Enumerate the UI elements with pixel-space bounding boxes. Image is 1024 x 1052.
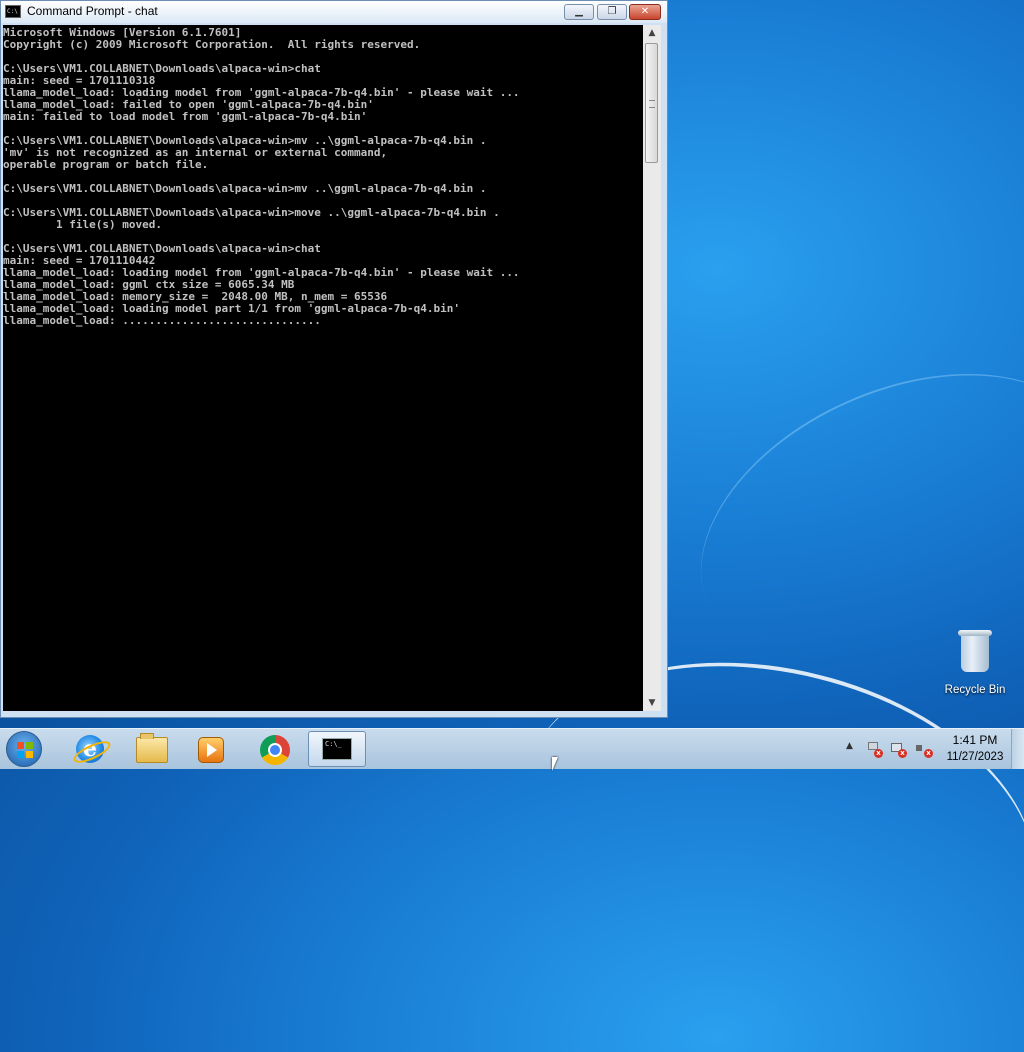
scroll-down-arrow-icon[interactable]: ▼: [643, 695, 661, 711]
scroll-up-arrow-icon[interactable]: ▲: [643, 25, 661, 41]
mute-badge-icon: x: [924, 749, 933, 758]
command-prompt-window[interactable]: C:\ Command Prompt - chat ▁ ❐ ✕ Microsof…: [0, 0, 668, 718]
grip-icon: [649, 100, 655, 108]
windows-logo-icon: [17, 742, 33, 758]
media-player-icon: [198, 737, 224, 763]
recycle-bin-shortcut[interactable]: Recycle Bin: [940, 630, 1010, 696]
clock[interactable]: 1:41 PM 11/27/2023: [940, 733, 1010, 765]
taskbar-google-chrome[interactable]: [248, 731, 302, 767]
mouse-cursor-icon: [552, 757, 558, 771]
console-output-area[interactable]: Microsoft Windows [Version 6.1.7601] Cop…: [3, 25, 643, 711]
close-button[interactable]: ✕: [629, 4, 661, 20]
system-tray: ▲ x x x 1:41 PM 11/27/2023: [840, 729, 1024, 769]
internet-explorer-icon: e: [76, 735, 104, 763]
network-icon[interactable]: x: [890, 742, 907, 758]
recycle-bin-label[interactable]: Recycle Bin: [940, 684, 1010, 696]
window-title: Command Prompt - chat: [27, 4, 158, 18]
window-titlebar[interactable]: C:\ Command Prompt - chat ▁ ❐ ✕: [1, 1, 667, 23]
folder-icon: [136, 733, 168, 763]
show-hidden-icons-chevron-icon[interactable]: ▲: [846, 741, 853, 751]
vertical-scrollbar[interactable]: ▲ ▼: [643, 25, 661, 711]
show-desktop-button[interactable]: [1011, 729, 1024, 769]
taskbar-internet-explorer[interactable]: e: [62, 731, 116, 767]
action-center-flag-icon[interactable]: x: [866, 742, 883, 758]
chrome-icon: [260, 735, 290, 765]
start-button[interactable]: [6, 731, 42, 767]
scrollbar-thumb[interactable]: [645, 43, 658, 163]
taskbar-windows-explorer[interactable]: [124, 731, 178, 767]
taskbar-command-prompt[interactable]: C:\_: [308, 731, 366, 767]
command-prompt-icon[interactable]: C:\: [5, 5, 21, 18]
clock-time: 1:41 PM: [952, 733, 998, 747]
error-badge-icon: x: [898, 749, 907, 758]
taskbar: e C:\_ ▲ x x x 1:41 PM 11/27/2023: [0, 728, 1024, 769]
taskbar-windows-media-player[interactable]: [184, 731, 238, 767]
recycle-bin-body: [961, 636, 989, 672]
maximize-button[interactable]: ❐: [597, 4, 627, 20]
recycle-bin-icon[interactable]: [958, 630, 992, 672]
command-prompt-taskbar-icon: C:\_: [322, 738, 352, 760]
console-text: Microsoft Windows [Version 6.1.7601] Cop…: [3, 26, 520, 327]
clock-date: 11/27/2023: [946, 751, 1004, 763]
minimize-button[interactable]: ▁: [564, 4, 594, 20]
error-badge-icon: x: [874, 749, 883, 758]
volume-icon[interactable]: x: [916, 742, 933, 758]
